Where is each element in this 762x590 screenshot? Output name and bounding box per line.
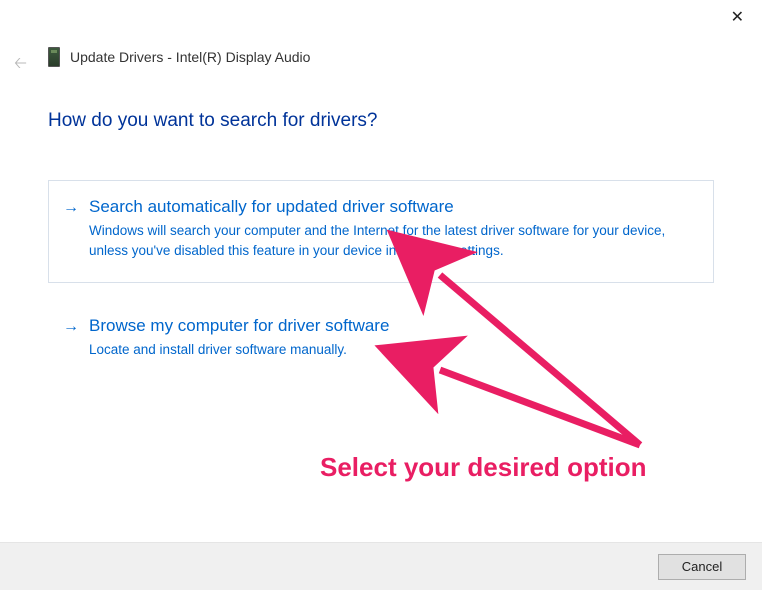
page-heading: How do you want to search for drivers? (48, 110, 714, 132)
close-icon[interactable]: ✕ (731, 10, 744, 26)
annotation-text: Select your desired option (320, 452, 647, 483)
option-title: Search automatically for updated driver … (89, 197, 695, 217)
arrow-right-icon: → (63, 199, 79, 217)
device-icon (48, 47, 60, 67)
title-bar: Update Drivers - Intel(R) Display Audio (48, 47, 310, 67)
footer-bar: Cancel (0, 542, 762, 590)
annotation-arrow (440, 370, 640, 445)
option-browse-computer[interactable]: → Browse my computer for driver software… (48, 299, 714, 381)
window-title: Update Drivers - Intel(R) Display Audio (70, 49, 310, 65)
option-description: Windows will search your computer and th… (89, 221, 695, 262)
option-search-automatically[interactable]: → Search automatically for updated drive… (48, 180, 714, 283)
back-arrow-icon: 🡠 (14, 52, 27, 79)
arrow-right-icon: → (63, 318, 79, 336)
cancel-button[interactable]: Cancel (658, 554, 746, 580)
option-description: Locate and install driver software manua… (89, 340, 695, 360)
option-title: Browse my computer for driver software (89, 316, 695, 336)
